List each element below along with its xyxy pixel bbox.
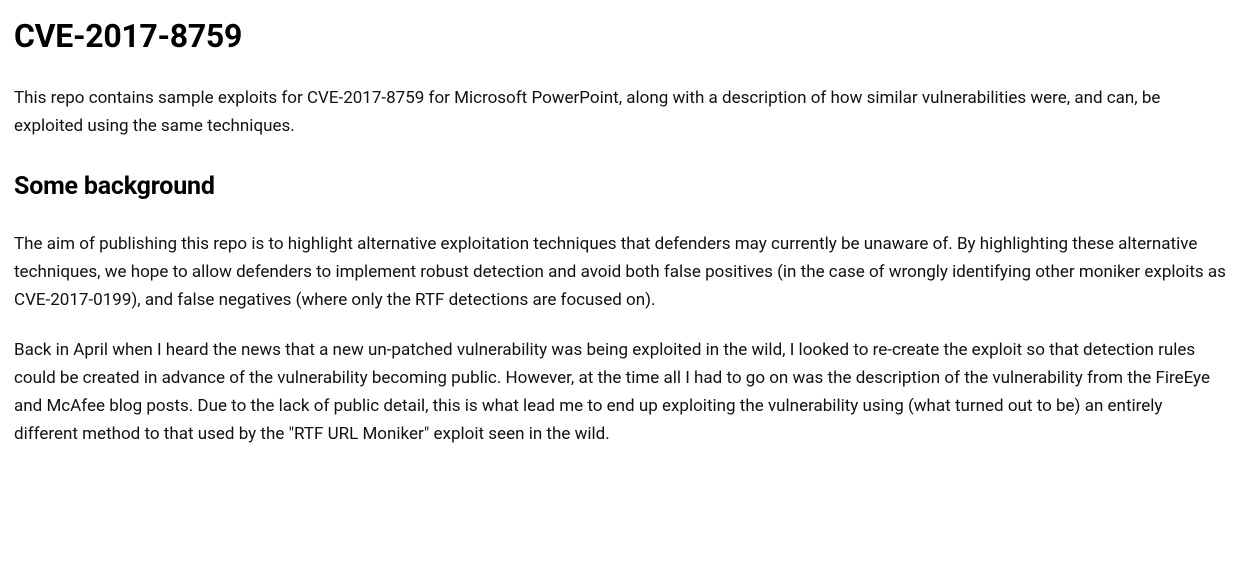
background-paragraph-2: Back in April when I heard the news that… bbox=[14, 336, 1226, 448]
background-paragraph-1: The aim of publishing this repo is to hi… bbox=[14, 230, 1226, 314]
intro-paragraph: This repo contains sample exploits for C… bbox=[14, 84, 1226, 140]
document-title: CVE-2017-8759 bbox=[14, 12, 1226, 60]
section-heading-background: Some background bbox=[14, 168, 1226, 206]
readme-document: CVE-2017-8759 This repo contains sample … bbox=[14, 12, 1226, 448]
